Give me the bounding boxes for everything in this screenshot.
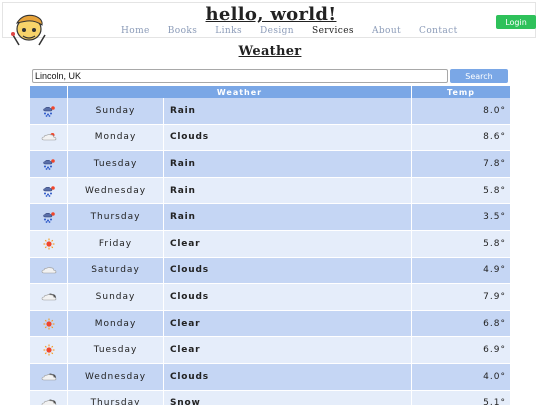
row-temp: 6.9°	[412, 337, 510, 364]
row-condition: Rain	[164, 204, 412, 231]
row-icon-cell	[30, 98, 68, 125]
row-day: Tuesday	[68, 151, 164, 178]
row-icon-cell	[30, 230, 68, 258]
row-icon-cell	[30, 151, 68, 178]
sun-icon	[43, 238, 54, 250]
site-header: hello, world! Home Books Links Design Se…	[2, 2, 539, 46]
sun-icon	[43, 344, 54, 356]
table-row: Sunday Clouds 7.9°	[30, 284, 510, 311]
table-body: Sunday Rain 8.0° Monday Clouds 8.6° Tuesday Rai…	[30, 98, 510, 405]
row-day: Wednesday	[68, 363, 164, 391]
row-condition: Rain	[164, 98, 412, 125]
table-row: Saturday Clouds 4.9°	[30, 257, 510, 285]
rain-icon	[42, 212, 55, 224]
row-day: Friday	[68, 230, 164, 258]
row-temp: 7.9°	[412, 284, 510, 311]
cloud-icon	[41, 267, 56, 274]
row-condition: Clear	[164, 310, 412, 338]
nav-links[interactable]: Links	[215, 26, 242, 36]
table-row: Tuesday Rain 7.8°	[30, 151, 510, 178]
dark-cloud-icon	[41, 293, 56, 301]
nav-contact[interactable]: Contact	[419, 26, 458, 36]
row-temp: 6.8°	[412, 310, 510, 338]
row-day: Thursday	[68, 204, 164, 231]
table-row: Sunday Rain 8.0°	[30, 98, 510, 125]
row-temp: 8.6°	[412, 124, 510, 152]
table-row: Thursday Rain 3.5°	[30, 204, 510, 231]
location-search-input[interactable]	[32, 69, 448, 83]
snow-icon	[41, 399, 56, 405]
rain-icon	[42, 159, 55, 170]
row-condition: Rain	[164, 151, 412, 178]
row-condition: Clouds	[164, 257, 412, 285]
table-header: Weather Temp	[30, 86, 510, 98]
weather-table: Weather Temp Sunday Rain 8.0° Monday Clouds 8…	[30, 86, 510, 405]
row-temp: 5.1°	[412, 390, 510, 405]
nav-about[interactable]: About	[372, 26, 401, 36]
table-row: Wednesday Rain 5.8°	[30, 177, 510, 205]
row-day: Tuesday	[68, 337, 164, 364]
row-icon-cell	[30, 363, 68, 391]
row-condition: Clouds	[164, 124, 412, 152]
row-day: Wednesday	[68, 177, 164, 205]
row-icon-cell	[30, 310, 68, 338]
row-icon-cell	[30, 257, 68, 285]
row-temp: 4.9°	[412, 257, 510, 285]
search-button[interactable]: Search	[450, 69, 508, 83]
nav-services[interactable]: Services	[312, 26, 354, 36]
table-row: Friday Clear 5.8°	[30, 230, 510, 258]
dark-cloud-icon	[41, 373, 56, 381]
row-day: Thursday	[68, 390, 164, 405]
rain-icon	[42, 105, 55, 117]
row-temp: 8.0°	[412, 98, 510, 125]
row-condition: Clouds	[164, 284, 412, 311]
row-temp: 5.8°	[412, 177, 510, 205]
nav-design[interactable]: Design	[260, 26, 294, 36]
row-condition: Rain	[164, 177, 412, 205]
row-icon-cell	[30, 177, 68, 205]
row-icon-cell	[30, 204, 68, 231]
row-day: Sunday	[68, 98, 164, 125]
nav-home[interactable]: Home	[121, 26, 150, 36]
row-day: Monday	[68, 124, 164, 152]
row-temp: 4.0°	[412, 363, 510, 391]
table-row: Tuesday Clear 6.9°	[30, 337, 510, 364]
row-icon-cell	[30, 337, 68, 364]
header-weather: Weather	[68, 86, 412, 98]
table-row: Thursday Snow 5.1°	[30, 390, 510, 405]
row-condition: Snow	[164, 390, 412, 405]
site-title[interactable]: hello, world!	[3, 4, 539, 25]
row-day: Monday	[68, 310, 164, 338]
row-temp: 7.8°	[412, 151, 510, 178]
table-row: Wednesday Clouds 4.0°	[30, 363, 510, 391]
page-title: Weather	[238, 44, 302, 59]
row-temp: 3.5°	[412, 204, 510, 231]
row-day: Saturday	[68, 257, 164, 285]
row-condition: Clear	[164, 230, 412, 258]
main-nav: Home Books Links Design Services About C…	[121, 26, 476, 36]
row-condition: Clear	[164, 337, 412, 364]
login-button[interactable]: Login	[496, 15, 536, 29]
nav-books[interactable]: Books	[168, 26, 198, 36]
header-icon-cell	[30, 86, 68, 98]
row-day: Sunday	[68, 284, 164, 311]
header-temp: Temp	[412, 86, 510, 98]
row-icon-cell	[30, 284, 68, 311]
row-temp: 5.8°	[412, 230, 510, 258]
row-condition: Clouds	[164, 363, 412, 391]
row-icon-cell	[30, 124, 68, 152]
cloud-sun-icon	[41, 133, 56, 141]
table-row: Monday Clouds 8.6°	[30, 124, 510, 152]
row-icon-cell	[30, 390, 68, 405]
sun-icon	[43, 318, 54, 330]
table-row: Monday Clear 6.8°	[30, 310, 510, 338]
rain-icon	[42, 185, 55, 197]
